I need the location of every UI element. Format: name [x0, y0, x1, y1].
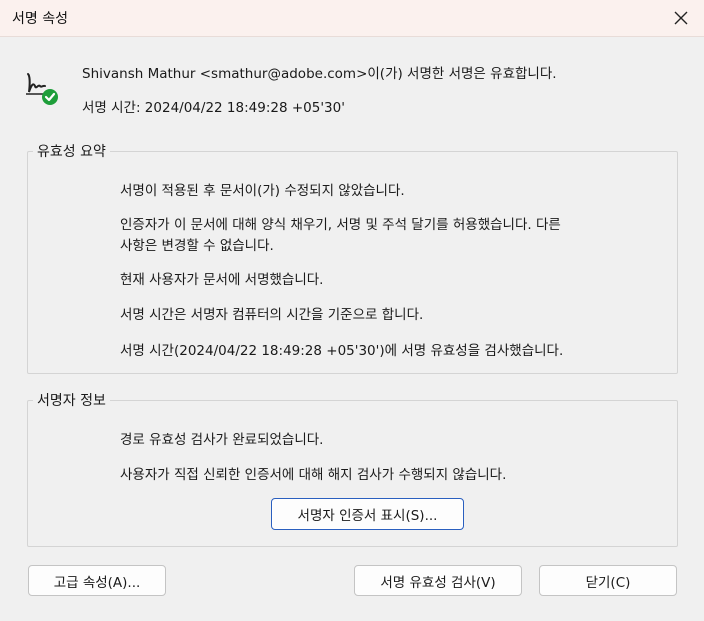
advanced-properties-button[interactable]: 고급 속성(A)... [28, 565, 166, 596]
signer-info-label: 서명자 정보 [33, 390, 110, 410]
validity-line: 현재 사용자가 문서에 서명했습니다. [120, 272, 324, 288]
signer-info-line: 사용자가 직접 신뢰한 인증서에 대해 해지 검사가 수행되지 않습니다. [120, 467, 507, 483]
signature-check-icon [26, 73, 58, 105]
validity-line: 서명 시간(2024/04/22 18:49:28 +05'30')에 서명 유… [120, 343, 564, 359]
close-button[interactable]: 닫기(C) [539, 565, 677, 596]
close-icon [674, 11, 688, 25]
validity-summary-label: 유효성 요약 [33, 141, 110, 161]
show-signer-certificate-button[interactable]: 서명자 인증서 표시(S)... [271, 498, 464, 530]
validity-line: 서명이 적용된 후 문서이(가) 수정되지 않았습니다. [120, 183, 405, 199]
window-title: 서명 속성 [12, 11, 68, 27]
validity-line: 서명 시간은 서명자 컴퓨터의 시간을 기준으로 합니다. [120, 307, 424, 323]
close-window-button[interactable] [658, 0, 704, 36]
validity-line: 사항은 변경할 수 없습니다. [120, 238, 274, 254]
signing-time-text: 서명 시간: 2024/04/22 18:49:28 +05'30' [82, 100, 345, 116]
validate-signature-button[interactable]: 서명 유효성 검사(V) [354, 565, 522, 596]
signer-info-line: 경로 유효성 검사가 완료되었습니다. [120, 432, 324, 448]
title-bar: 서명 속성 [0, 0, 704, 37]
validity-line: 인증자가 이 문서에 대해 양식 채우기, 서명 및 주석 달기를 허용했습니다… [120, 217, 561, 233]
signer-status-text: Shivansh Mathur <smathur@adobe.com>이(가) … [82, 66, 557, 82]
